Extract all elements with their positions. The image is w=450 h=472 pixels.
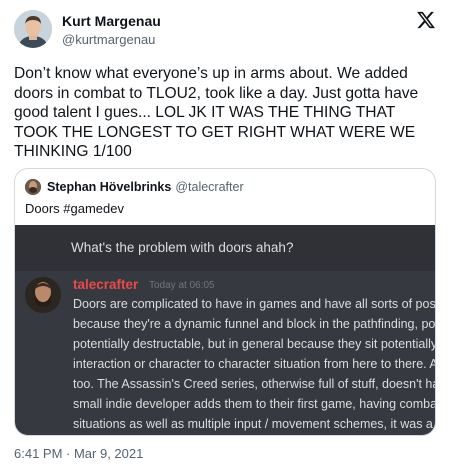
- discord-message-line: because they're a dynamic funnel and blo…: [73, 317, 436, 331]
- x-logo-icon[interactable]: [416, 10, 436, 30]
- discord-username: talecrafter: [73, 277, 139, 292]
- quote-text: Doors #gamedev: [25, 201, 124, 216]
- discord-screenshot: What's the problem with doors ahah? tale…: [15, 225, 436, 435]
- discord-timestamp: Today at 06:05: [149, 280, 215, 291]
- discord-message-line: interaction or character to character si…: [73, 357, 436, 371]
- author-handle[interactable]: @kurtmargenau: [62, 32, 155, 47]
- author-name[interactable]: Kurt Margenau: [62, 13, 161, 29]
- tweet-timestamp[interactable]: 6:41 PM · Mar 9, 2021: [14, 446, 143, 461]
- discord-previous-text: What's the problem with doors ahah?: [71, 240, 294, 255]
- discord-message-line: small indie developer adds them to their…: [73, 397, 436, 411]
- tweet-text: Don’t know what everyone’s up in arms ab…: [14, 65, 419, 160]
- quote-author-avatar[interactable]: [25, 179, 41, 195]
- quote-author-handle: @talecrafter: [175, 180, 244, 194]
- discord-message-line: too. The Assassin's Creed series, otherw…: [73, 377, 436, 391]
- quoted-tweet[interactable]: Stephan Hövelbrinks @talecrafter Doors #g…: [14, 168, 436, 436]
- discord-message-line: potentially destructable, but in general…: [73, 337, 436, 351]
- discord-message-line: Doors are complicated to have in games a…: [73, 297, 436, 311]
- discord-previous-message: What's the problem with doors ahah?: [15, 225, 435, 271]
- discord-message-line: situations as well as multiple input / m…: [73, 417, 436, 431]
- quote-author-name: Stephan Hövelbrinks: [47, 180, 172, 194]
- discord-user-avatar: [25, 277, 61, 313]
- tweet-header: Kurt Margenau @kurtmargenau: [14, 10, 436, 52]
- author-avatar[interactable]: [14, 10, 52, 48]
- quote-author[interactable]: Stephan Hövelbrinks @talecrafter: [47, 180, 244, 194]
